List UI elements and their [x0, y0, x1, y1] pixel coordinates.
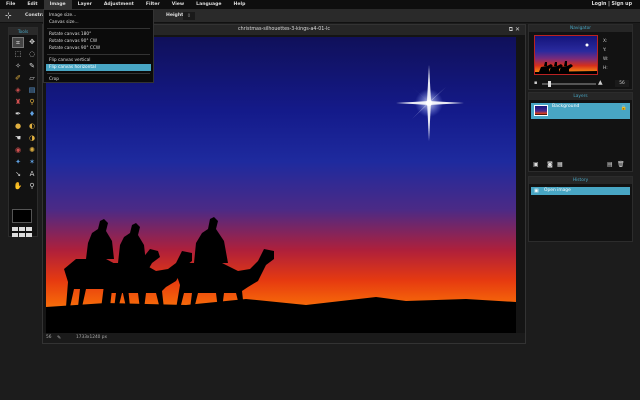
menu-adjustment[interactable]: Adjustment: [98, 0, 140, 9]
tools-panel: Tools ⌗ ✥ ⬚ ◌ ✧ ✎ ✐ ▱ ◈ ▤ ♜ ⚲ ✒ ♦ ● ◐ ☚ …: [8, 27, 38, 237]
menu-layer[interactable]: Layer: [72, 0, 98, 9]
pen-icon[interactable]: ✒: [12, 109, 24, 120]
navigator-coordinates: X: Y: W: H:: [603, 39, 609, 71]
burn-icon[interactable]: ◐: [26, 121, 38, 132]
menu-item-canvas-size[interactable]: Canvas size...: [44, 19, 153, 26]
color-swatch[interactable]: [12, 209, 32, 223]
menu-help[interactable]: Help: [228, 0, 252, 9]
canvas-statusbar: 56 ✎ 1733x1240 px: [43, 333, 525, 343]
sharpen-icon[interactable]: ✶: [26, 157, 38, 168]
hand-icon[interactable]: ✋: [12, 181, 24, 192]
zoom-level[interactable]: 56: [46, 333, 51, 343]
marquee-icon[interactable]: ⬚: [12, 49, 24, 60]
sponge-icon[interactable]: ●: [12, 121, 24, 132]
star-icon: [396, 65, 464, 141]
menu-filter[interactable]: Filter: [140, 0, 166, 9]
menu-item-image-size[interactable]: Image size...: [44, 12, 153, 19]
layer-thumbnail: [534, 105, 548, 116]
zoom-icon[interactable]: ⚲: [26, 181, 38, 192]
image-menu-dropdown: Image size... Canvas size... Rotate canv…: [43, 9, 154, 83]
navigator-zoom-input[interactable]: 56: [615, 80, 629, 87]
pencil-icon[interactable]: ✎: [26, 61, 38, 72]
menu-item-flip-vertical[interactable]: Flip canvas vertical: [44, 57, 153, 64]
layers-panel: Layers Background 🔒 ▣ ◙ ▦ ▤ 🗑: [528, 92, 633, 172]
new-layer-icon[interactable]: ▤: [607, 161, 613, 168]
crop-tool-icon: ⊹: [5, 11, 12, 20]
menu-item-flip-horizontal[interactable]: Flip canvas horizontal: [46, 64, 151, 71]
menu-bar: File Edit Image Layer Adjustment Filter …: [0, 0, 640, 9]
layer-name: Background: [552, 104, 580, 109]
history-item-label: Open image: [544, 188, 571, 193]
smudge-icon[interactable]: ☚: [12, 133, 24, 144]
eyedropper-icon[interactable]: ⚲: [26, 97, 38, 108]
crop-icon[interactable]: ⌗: [12, 37, 24, 48]
pinch-icon[interactable]: ✦: [12, 157, 24, 168]
canvas-filename: christmas-silhouettes-3-kings-a4-01-lc: [237, 27, 330, 32]
layer-mask-icon[interactable]: ◙: [547, 161, 553, 168]
lasso-icon[interactable]: ◌: [26, 49, 38, 60]
layer-item-background[interactable]: Background 🔒: [531, 103, 630, 119]
history-item-open-image[interactable]: ▣ Open image: [531, 187, 630, 195]
move-icon[interactable]: ✥: [26, 37, 38, 48]
picker-icon[interactable]: ↘: [12, 169, 24, 180]
history-panel: History ▣ Open image: [528, 176, 633, 242]
menu-item-rotate-90-ccw[interactable]: Rotate canvas 90° CCW: [44, 45, 153, 52]
menu-separator: [47, 73, 150, 74]
menu-item-crop[interactable]: Crop: [44, 76, 153, 83]
tools-panel-title: Tools: [9, 28, 37, 35]
open-image-icon: ▣: [534, 188, 539, 194]
zoom-icon: ✎: [57, 335, 62, 341]
lock-icon[interactable]: 🔒: [621, 105, 627, 111]
navigator-thumbnail[interactable]: [534, 35, 598, 75]
eraser-icon[interactable]: ▱: [26, 73, 38, 84]
bucket-icon[interactable]: ◈: [12, 85, 24, 96]
window-controls-icon[interactable]: ⧉✕: [509, 25, 522, 35]
menu-file[interactable]: File: [0, 0, 21, 9]
grid-icon[interactable]: [12, 227, 34, 237]
layer-settings-icon[interactable]: ▣: [533, 161, 539, 168]
camel-rider-3: [176, 217, 274, 309]
red-eye-icon[interactable]: ◉: [12, 145, 24, 156]
menu-separator: [47, 54, 150, 55]
layer-style-icon[interactable]: ▦: [557, 161, 563, 168]
history-title: History: [529, 177, 632, 184]
zoom-in-icon[interactable]: ▲: [598, 79, 603, 86]
text-icon[interactable]: A: [26, 169, 38, 180]
menu-edit[interactable]: Edit: [21, 0, 43, 9]
zoom-slider-handle[interactable]: [548, 81, 551, 87]
menu-item-rotate-180[interactable]: Rotate canvas 180°: [44, 31, 153, 38]
login-signup-links[interactable]: Login | Sign up: [592, 0, 632, 9]
menu-language[interactable]: Language: [190, 0, 227, 9]
height-input[interactable]: 0: [183, 12, 195, 20]
menu-item-rotate-90-cw[interactable]: Rotate canvas 90° CW: [44, 38, 153, 45]
menu-view[interactable]: View: [166, 0, 190, 9]
gradient-icon[interactable]: ▤: [26, 85, 38, 96]
image-dimensions: 1733x1240 px: [76, 335, 108, 340]
stamp-icon[interactable]: ♜: [12, 97, 24, 108]
magic-wand-icon[interactable]: ✧: [12, 61, 24, 72]
navigator-title: Navigator: [529, 25, 632, 32]
drop-icon[interactable]: ♦: [26, 109, 38, 120]
layer-tools: ▣ ◙ ▦ ▤ 🗑: [533, 161, 630, 169]
menu-image[interactable]: Image: [43, 0, 72, 9]
delete-layer-icon[interactable]: 🗑: [617, 161, 625, 168]
layers-title: Layers: [529, 93, 632, 100]
bloat-icon[interactable]: ✺: [26, 145, 38, 156]
zoom-out-icon[interactable]: ▪: [534, 80, 537, 86]
navigator-panel: Navigator X: Y: W: H: ▪ ▲ 56: [528, 24, 633, 90]
menu-separator: [47, 28, 150, 29]
brush-icon[interactable]: ✐: [12, 73, 24, 84]
dodge-icon[interactable]: ◑: [26, 133, 38, 144]
zoom-slider[interactable]: ▪ ▲: [534, 79, 610, 87]
